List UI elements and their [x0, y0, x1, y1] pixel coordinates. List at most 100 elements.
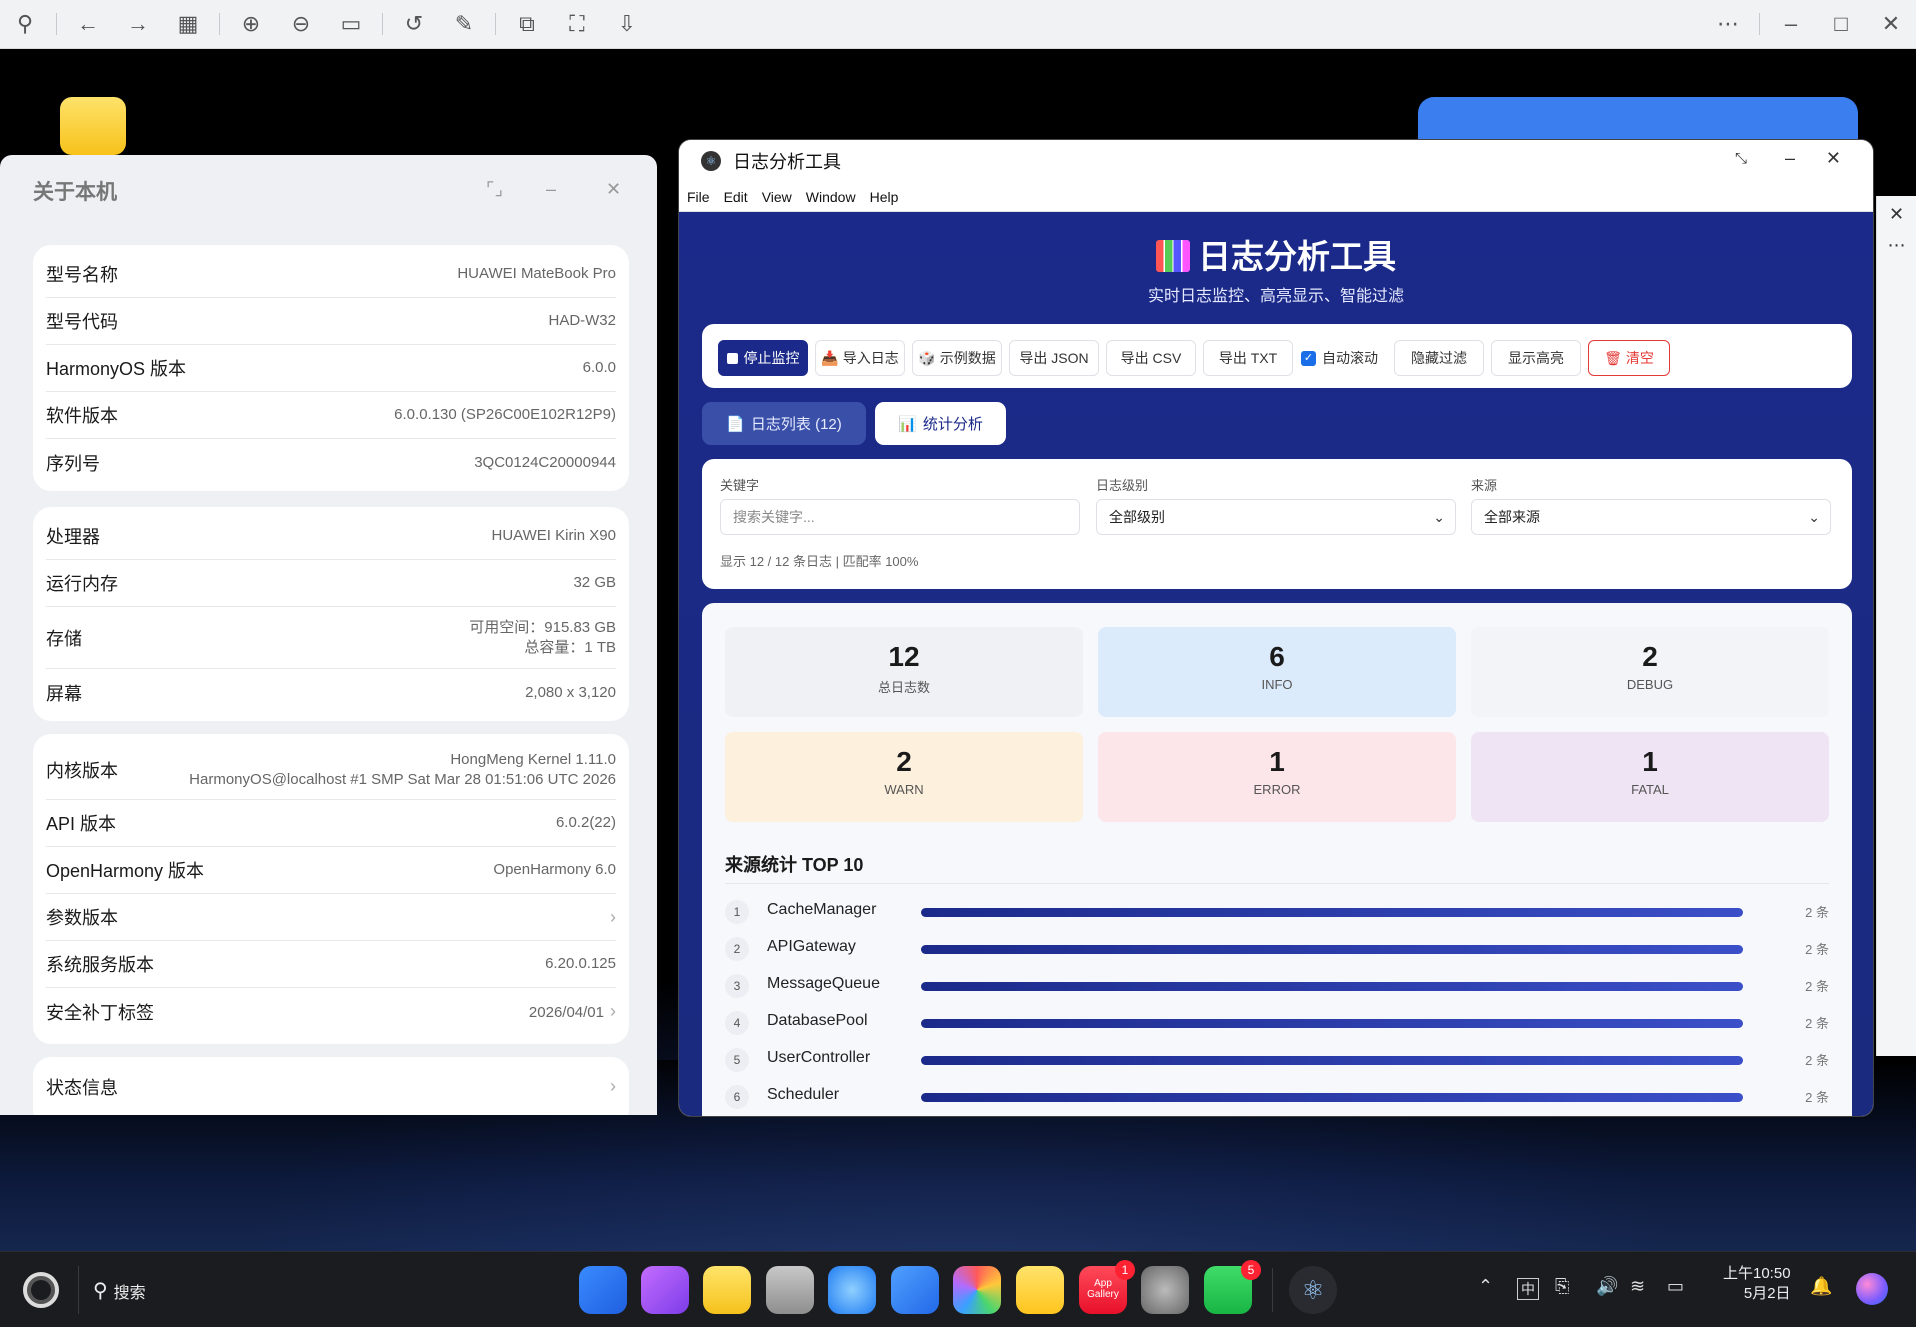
browser-icon[interactable] — [828, 1266, 876, 1314]
actual-size-icon[interactable]: ▭ — [326, 0, 376, 49]
bar-track — [921, 1019, 1743, 1028]
menu-window[interactable]: Window — [806, 189, 856, 205]
info-row: 屏幕 2,080 x 3,120 — [46, 669, 616, 716]
taskbar-search[interactable]: ⚲ 搜索 — [93, 1278, 146, 1303]
stat-card-fatal: 1 FATAL — [1471, 732, 1829, 822]
electron-app-icon[interactable]: ⚛ — [1289, 1266, 1337, 1314]
menu-file[interactable]: File — [687, 189, 710, 205]
app-launcher-icon[interactable] — [579, 1266, 627, 1314]
level-select[interactable]: 全部级别 ⌄ — [1096, 499, 1456, 535]
crop-icon[interactable]: ⧉ — [502, 0, 552, 49]
chevron-up-icon[interactable]: ⌃ — [1478, 1276, 1493, 1297]
ime-indicator[interactable]: 中 — [1517, 1278, 1539, 1300]
kernel-name: HongMeng Kernel 1.11.0 — [450, 750, 616, 768]
info-row-param-version[interactable]: 参数版本 › — [46, 894, 616, 941]
show-highlight-button[interactable]: 显示高亮 — [1491, 340, 1581, 376]
save-icon[interactable]: ⇩ — [602, 0, 652, 49]
settings-icon[interactable] — [1141, 1266, 1189, 1314]
restore-icon[interactable]: ⌜⌟ — [486, 179, 503, 200]
stop-monitor-button[interactable]: 停止监控 — [718, 340, 808, 376]
battery-icon[interactable]: ▭ — [1667, 1276, 1684, 1297]
source-row: 1 CacheManager 2 条 — [725, 897, 1829, 927]
minimize-icon[interactable]: – — [1766, 0, 1816, 49]
close-icon[interactable]: ✕ — [606, 179, 621, 200]
sample-data-button[interactable]: 🎲 示例数据 — [912, 340, 1002, 376]
page-title-text: 日志分析工具 — [1198, 238, 1396, 275]
divider — [219, 13, 220, 35]
multitask-icon[interactable] — [641, 1266, 689, 1314]
close-icon[interactable]: ✕ — [1826, 148, 1841, 169]
stat-label: 总日志数 — [877, 680, 930, 695]
notification-bell-icon[interactable]: 🔔 — [1810, 1276, 1832, 1297]
source-name: DatabasePool — [767, 1012, 868, 1029]
info-row: OpenHarmony 版本 OpenHarmony 6.0 — [46, 847, 616, 894]
row-value: 3QC0124C20000944 — [474, 453, 616, 471]
files-icon[interactable] — [703, 1266, 751, 1314]
assistant-icon[interactable] — [1856, 1273, 1888, 1305]
tab-statistics[interactable]: 📊 统计分析 — [875, 402, 1006, 445]
export-json-button[interactable]: 导出 JSON — [1009, 340, 1099, 376]
checkbox-checked[interactable]: ✓ — [1301, 350, 1316, 366]
rotate-icon[interactable]: ↺ — [389, 0, 439, 49]
date: 5月2日 — [1743, 1285, 1791, 1302]
row-label: 存储 — [46, 628, 82, 649]
minimize-icon[interactable]: – — [1785, 148, 1795, 169]
info-row-security-patch[interactable]: 安全补丁标签 2026/04/01 › — [46, 988, 616, 1035]
clipboard-icon[interactable]: ⎘ — [1555, 1276, 1569, 1297]
export-txt-button[interactable]: 导出 TXT — [1203, 340, 1293, 376]
keyword-search-input[interactable]: 搜索关键字... — [720, 499, 1080, 535]
gallery-icon[interactable] — [953, 1266, 1001, 1314]
source-select[interactable]: 全部来源 ⌄ — [1471, 499, 1831, 535]
source-count: 2 条 — [1805, 905, 1829, 920]
autoscroll-toggle[interactable]: ✓ 自动滚动 — [1301, 348, 1378, 368]
bar-track — [921, 1056, 1743, 1065]
hide-filter-button[interactable]: 隐藏过滤 — [1394, 340, 1484, 376]
fit-icon[interactable]: ⛶ — [552, 0, 602, 49]
wifi-icon[interactable]: ≋ — [1630, 1276, 1645, 1297]
zoom-out-icon[interactable]: ⊖ — [276, 0, 326, 49]
folder-icon[interactable] — [60, 97, 126, 155]
button-label: 清空 — [1625, 350, 1654, 366]
more-icon[interactable]: ⋯ — [1703, 0, 1753, 49]
info-row: 型号名称 HUAWEI MateBook Pro — [46, 251, 616, 298]
notes-icon[interactable] — [1016, 1266, 1064, 1314]
volume-icon[interactable]: 🔊 — [1596, 1276, 1618, 1297]
close-icon[interactable]: ✕ — [1866, 0, 1916, 49]
edit-icon[interactable]: ✎ — [439, 0, 489, 49]
menu-help[interactable]: Help — [870, 189, 899, 205]
mail-icon[interactable] — [891, 1266, 939, 1314]
more-icon[interactable]: ⋯ — [1877, 235, 1916, 256]
bar-track — [921, 1093, 1743, 1102]
stat-label: INFO — [1261, 677, 1293, 692]
time: 上午10:50 — [1723, 1265, 1791, 1282]
menu-view[interactable]: View — [762, 189, 792, 205]
select-value: 全部来源 — [1484, 509, 1540, 525]
back-arrow-icon[interactable]: ← — [63, 0, 113, 49]
pin-icon[interactable]: ⚲ — [0, 0, 50, 49]
trash-icon: 🗑 — [1604, 349, 1622, 366]
clock[interactable]: 上午10:50 5月2日 — [1723, 1264, 1791, 1304]
forward-arrow-icon[interactable]: → — [113, 0, 163, 49]
row-label: HarmonyOS 版本 — [46, 359, 187, 379]
stat-value: 1 — [1642, 746, 1658, 777]
info-row-status[interactable]: 状态信息 › — [46, 1063, 616, 1110]
import-log-button[interactable]: 📥 导入日志 — [815, 340, 905, 376]
restore-icon[interactable]: ⤡ — [1735, 150, 1747, 167]
background-window-edge[interactable]: ✕ ⋯ — [1876, 196, 1916, 1056]
start-button[interactable] — [23, 1272, 59, 1308]
menu-edit[interactable]: Edit — [724, 189, 748, 205]
export-csv-button[interactable]: 导出 CSV — [1106, 340, 1196, 376]
tab-log-list[interactable]: 📄 日志列表 (12) — [702, 402, 866, 445]
bar-track — [921, 982, 1743, 991]
row-label: 参数版本 — [46, 908, 118, 928]
recycle-bin-icon[interactable] — [766, 1266, 814, 1314]
close-icon[interactable]: ✕ — [1877, 204, 1916, 225]
maximize-icon[interactable]: □ — [1816, 0, 1866, 49]
zoom-in-icon[interactable]: ⊕ — [226, 0, 276, 49]
rank-badge: 3 — [725, 974, 749, 998]
page-title: 日志分析工具 — [679, 230, 1873, 278]
stat-card-warn: 2 WARN — [725, 732, 1083, 822]
minimize-icon[interactable]: – — [546, 179, 556, 200]
grid-icon[interactable]: ▦ — [163, 0, 213, 49]
clear-button[interactable]: 🗑 清空 — [1588, 340, 1670, 376]
